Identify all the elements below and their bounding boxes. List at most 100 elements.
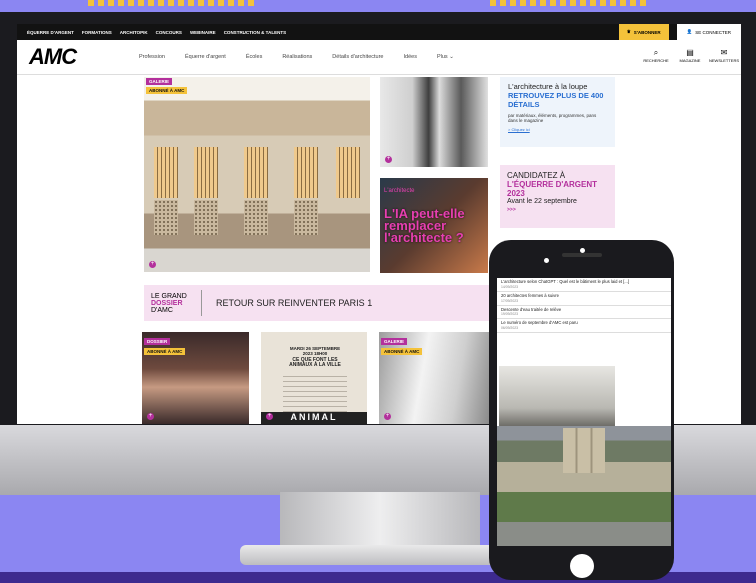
nav-menu: Profession Équerre d'argent Écoles Réali…	[139, 54, 454, 60]
monitor-base	[240, 545, 520, 565]
topbar-link-formations[interactable]: FORMATIONS	[82, 30, 112, 35]
login-button[interactable]: 👤 SE CONNECTER	[676, 24, 741, 40]
nav-item-profession[interactable]: Profession	[139, 54, 165, 60]
hero-window	[244, 147, 268, 198]
dossier-l1: LE GRAND	[151, 292, 187, 300]
phone-list-item[interactable]: 20 architectes femmes à suivre 17/09/202…	[497, 292, 671, 306]
dossier-l2: DOSSIER	[151, 299, 183, 307]
gallery-card[interactable]: GALERIE ABONNÉ À AMC +	[379, 332, 489, 424]
search-icon: ⌕	[653, 48, 659, 57]
poster-date: MARDI 26 SEPTEMBRE 2023 18H00	[289, 346, 341, 356]
phone-item-date: 19/09/2023	[501, 312, 518, 317]
plus-icon[interactable]: +	[149, 261, 156, 268]
phone-home-button[interactable]	[570, 554, 594, 578]
card-badge: ABONNÉ À AMC	[144, 348, 186, 355]
magazine-icon: ▤	[686, 48, 694, 57]
hero-grill	[244, 199, 268, 235]
card-badge: ABONNÉ À AMC	[381, 348, 423, 355]
hero-grill	[154, 199, 178, 235]
ia-title: L'IA peut-elle remplacer l'architecte ?	[384, 206, 465, 245]
hero-badge: ABONNÉ À AMC	[146, 87, 188, 94]
search-label: RECHERCHE	[643, 58, 669, 63]
hero-window	[154, 147, 178, 198]
monitor-stand	[280, 492, 480, 547]
phone-speaker	[562, 253, 602, 257]
loupe-line2: RETROUVEZ PLUS DE 400 DÉTAILS	[508, 91, 604, 109]
dossier-logo: LE GRAND DOSSIER D'AMC	[144, 290, 202, 316]
login-label: SE CONNECTER	[695, 29, 731, 35]
topbar-link-architopik[interactable]: ARCHITOPIK	[120, 30, 148, 35]
ia-article-card[interactable]: L'architecte L'IA peut-elle remplacer l'…	[380, 178, 488, 273]
topbar-link-concours[interactable]: CONCOURS	[156, 30, 182, 35]
phone-item-date: 06/09/2023	[501, 326, 518, 331]
magazine-button[interactable]: ▤ MAGAZINE	[677, 48, 703, 63]
phone-item-date: 17/09/2023	[501, 298, 518, 303]
nav-item-ecoles[interactable]: Écoles	[246, 54, 263, 60]
phone-list-item[interactable]: Le numéro de septembre d'AMC est paru 06…	[497, 319, 671, 334]
loupe-line3: par matériaux, éléments, programmes, pan…	[508, 113, 597, 123]
hero-grill	[294, 199, 318, 235]
hero-window	[294, 147, 318, 198]
search-button[interactable]: ⌕ RECHERCHE	[643, 48, 669, 63]
team-photo-card[interactable]: +	[380, 77, 488, 167]
poster-card[interactable]: MARDI 26 SEPTEMBRE 2023 18H00 CE QUE FON…	[261, 332, 367, 424]
cand-line1: CANDIDATEZ À	[507, 171, 566, 180]
nav-item-details[interactable]: Détails d'architecture	[332, 54, 383, 60]
phone-item-date: 14/09/2023	[501, 284, 518, 289]
top-bar: ÉQUERRE D'ARGENT FORMATIONS ARCHITOPIK C…	[17, 24, 741, 40]
topbar-link-construction[interactable]: CONSTRUCTION & TALENTS	[224, 30, 286, 35]
loupe-line1: L'architecture à la loupe	[508, 82, 588, 91]
hero-tag: GALERIE	[146, 78, 173, 85]
card-tag: GALERIE	[381, 338, 408, 345]
dossier-link[interactable]: RETOUR SUR REINVENTER PARIS 1	[202, 298, 372, 308]
hero-window	[336, 147, 360, 198]
magazine-label: MAGAZINE	[679, 58, 701, 63]
phone-wall-image[interactable]	[499, 366, 615, 426]
card-tag: DOSSIER	[144, 338, 171, 345]
hero-article-image[interactable]: GALERIE ABONNÉ À AMC +	[144, 77, 370, 272]
newsletter-label: NEWSLETTERS	[709, 58, 740, 63]
details-promo[interactable]: L'architecture à la loupe RETROUVEZ PLUS…	[500, 77, 615, 147]
chevron-down-icon: ⌄	[449, 54, 454, 60]
cathedral-image	[563, 428, 605, 473]
amc-logo[interactable]: AMC	[29, 44, 139, 70]
cand-more[interactable]: >>>	[507, 207, 608, 213]
topbar-link-webinaire[interactable]: WEBINAIRE	[190, 30, 216, 35]
plus-icon[interactable]: +	[266, 413, 273, 420]
dossier-l3: D'AMC	[151, 306, 173, 314]
decor-stripes-left	[88, 0, 258, 6]
topbar-link-equerre[interactable]: ÉQUERRE D'ARGENT	[27, 30, 74, 35]
cand-line2: L'ÉQUERRE D'ARGENT 2023	[507, 180, 598, 198]
loupe-link[interactable]: > Cliquez ici	[508, 127, 607, 132]
phone-screen: L'architecture selon ChatGPT : Quel est …	[497, 278, 671, 546]
newsletter-icon: ✉	[720, 48, 728, 57]
newsletter-button[interactable]: ✉ NEWSLETTERS	[709, 48, 740, 63]
plus-icon[interactable]: +	[385, 156, 392, 163]
main-nav: AMC Profession Équerre d'argent Écoles R…	[17, 40, 741, 75]
phone-list-item[interactable]: L'architecture selon ChatGPT : Quel est …	[497, 278, 671, 292]
grand-dossier-banner[interactable]: LE GRAND DOSSIER D'AMC RETOUR SUR REINVE…	[144, 285, 489, 321]
nav-plus-label: Plus	[436, 54, 448, 60]
equerre-promo[interactable]: CANDIDATEZ À L'ÉQUERRE D'ARGENT 2023 Ava…	[500, 165, 615, 228]
crown-icon: ♛	[626, 29, 631, 34]
plus-icon[interactable]: +	[384, 413, 391, 420]
ia-small-text: L'architecte	[384, 188, 415, 194]
phone-list-item[interactable]: Descente d'eau traitée de relève 19/09/2…	[497, 306, 671, 320]
nav-item-idees[interactable]: Idées	[403, 54, 416, 60]
plus-icon[interactable]: +	[147, 413, 154, 420]
nav-item-realisations[interactable]: Réalisations	[282, 54, 312, 60]
subscribe-label: S'ABONNER	[633, 29, 661, 35]
hero-window	[194, 147, 218, 198]
nav-item-plus[interactable]: Plus ⌄	[437, 54, 454, 60]
hero-grill	[194, 199, 218, 235]
poster-title: CE QUE FONT LES ANIMAUX À LA VILLE	[289, 357, 341, 368]
phone-camera	[544, 258, 549, 263]
cand-line3: Avant le 22 septembre	[507, 198, 577, 205]
poster-big: ANIMAL	[261, 412, 367, 424]
nav-item-equerre[interactable]: Équerre d'argent	[185, 54, 226, 60]
subscribe-button[interactable]: ♛ S'ABONNER	[618, 24, 669, 40]
decor-stripes-right	[490, 0, 650, 6]
user-icon: 👤	[686, 29, 693, 34]
nav-icons: ⌕ RECHERCHE ▤ MAGAZINE ✉ NEWSLETTERS	[643, 48, 740, 63]
dossier-card[interactable]: DOSSIER ABONNÉ À AMC +	[142, 332, 249, 424]
